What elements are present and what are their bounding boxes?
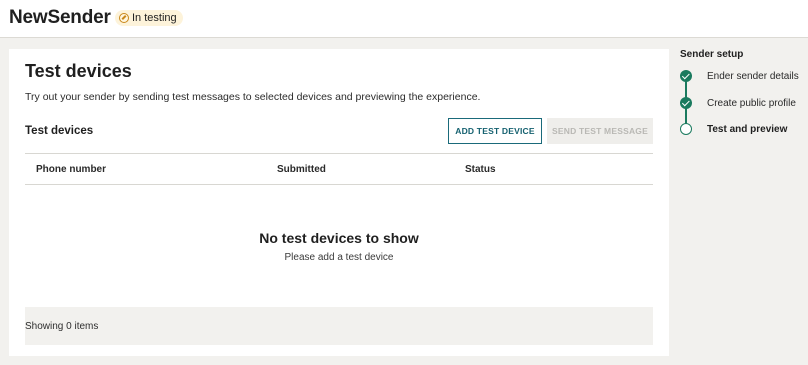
status-badge-label: In testing (132, 12, 177, 24)
test-devices-table: Phone number Submitted Status (25, 153, 653, 185)
step-label: Ender sender details (707, 70, 799, 82)
step-test-and-preview[interactable]: Test and preview (680, 123, 787, 135)
item-count: Showing 0 items (25, 320, 99, 332)
step-label: Test and preview (707, 123, 788, 135)
page-description: Try out your sender by sending test mess… (25, 91, 481, 103)
empty-state-title: No test devices to show (259, 230, 419, 246)
add-test-device-button[interactable]: ADD TEST DEVICE (448, 118, 542, 144)
empty-state-subtitle: Please add a test device (284, 252, 394, 263)
column-header-phone-number[interactable]: Phone number (36, 164, 106, 175)
step-sender-details[interactable]: Ender sender details (680, 70, 799, 82)
send-test-message-button: SEND TEST MESSAGE (547, 118, 653, 144)
current-step-circle-icon (680, 123, 692, 135)
top-bar: NewSender In testing (0, 0, 808, 38)
section-title: Test devices (25, 125, 94, 137)
step-public-profile[interactable]: Create public profile (680, 97, 796, 109)
status-badge: In testing (115, 10, 183, 26)
steps-title: Sender setup (680, 49, 744, 60)
column-header-submitted[interactable]: Submitted (277, 164, 326, 175)
step-label: Create public profile (707, 97, 796, 109)
test-devices-card: Test devices Try out your sender by send… (9, 49, 669, 356)
check-circle-icon (680, 97, 692, 109)
testing-icon (119, 13, 129, 23)
check-circle-icon (680, 70, 692, 82)
table-footer: Showing 0 items (25, 307, 653, 345)
app-title: NewSender (9, 7, 111, 28)
page-title: Test devices (25, 61, 132, 81)
column-header-status[interactable]: Status (465, 164, 496, 175)
table-header: Phone number Submitted Status (25, 153, 653, 185)
